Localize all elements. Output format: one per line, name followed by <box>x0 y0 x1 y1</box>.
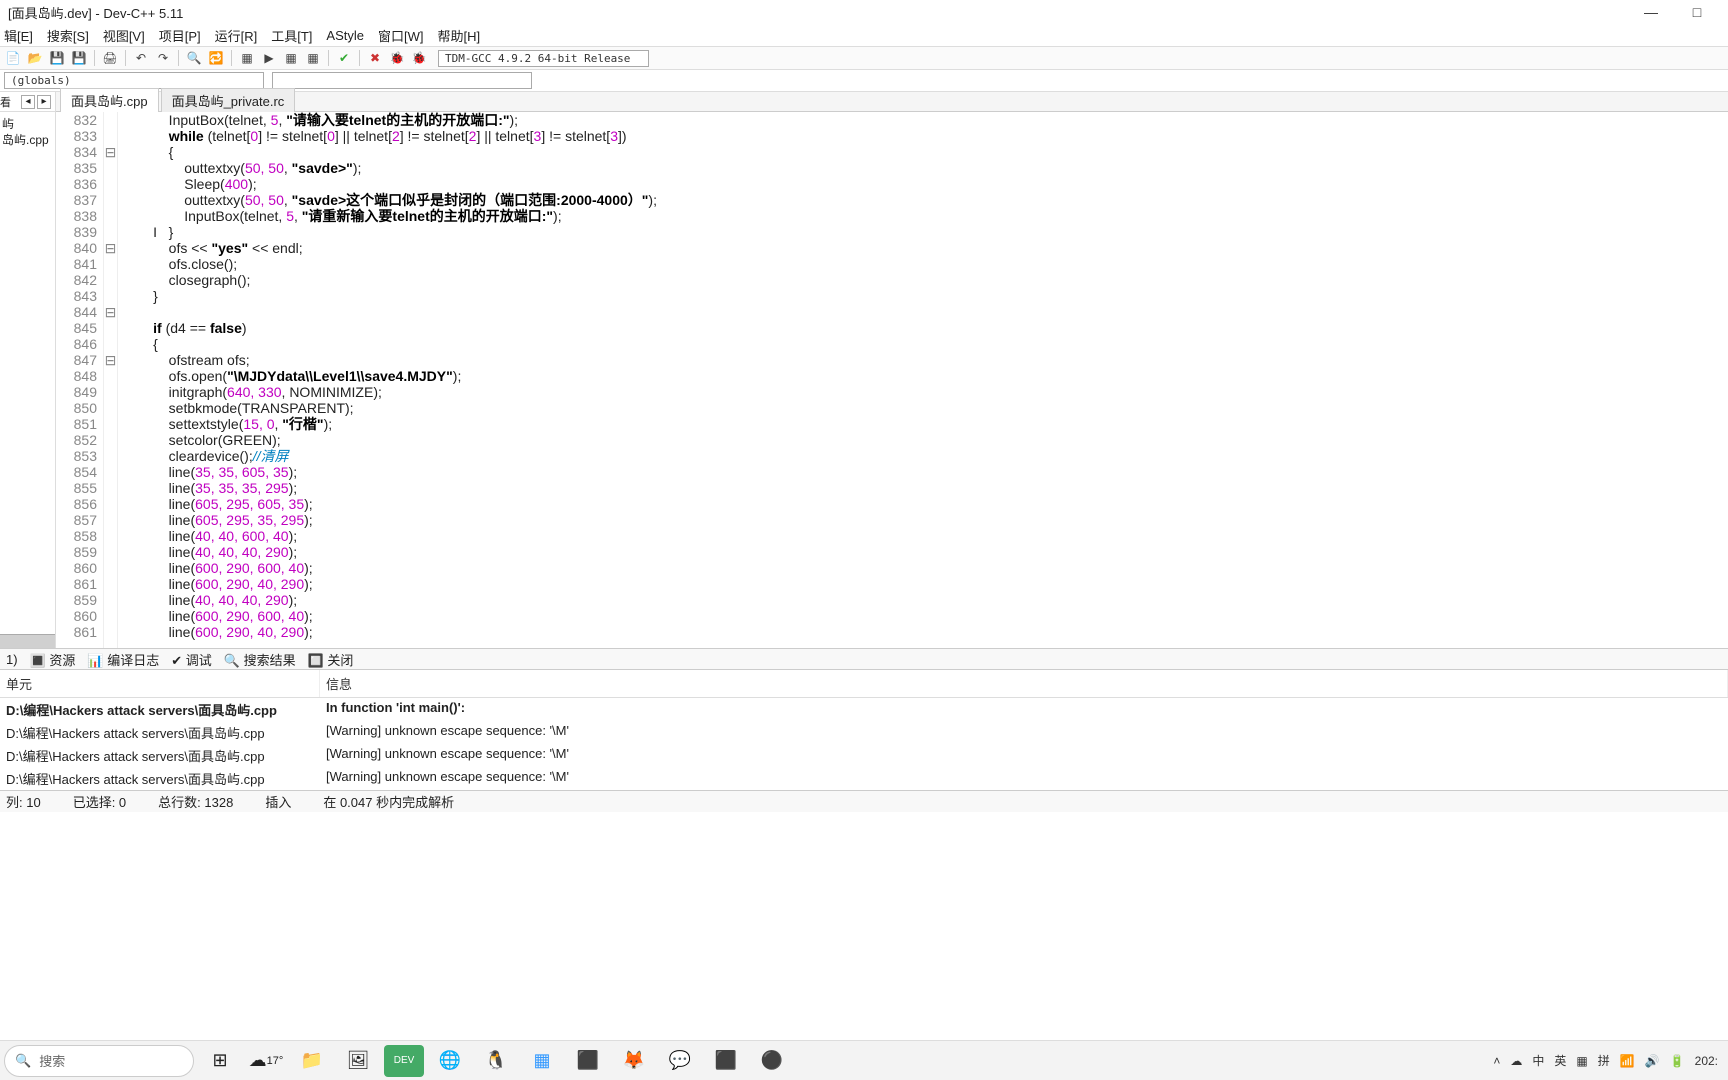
maximize-button[interactable]: □ <box>1674 4 1720 20</box>
open-icon[interactable]: 📂 <box>26 49 44 67</box>
message-row[interactable]: D:\编程\Hackers attack servers\面具岛屿.cpp[Wa… <box>0 744 1728 767</box>
globals-select[interactable]: (globals) <box>4 72 264 89</box>
status-parse: 在 0.047 秒内完成解析 <box>323 792 454 811</box>
menu-run[interactable]: 运行[R] <box>215 26 258 45</box>
code-body[interactable]: InputBox(telnet, 5, "请输入要telnet的主机的开放端口:… <box>118 112 1728 648</box>
tab-compiler-count[interactable]: 1) <box>6 652 18 667</box>
menu-help[interactable]: 帮助[H] <box>438 26 481 45</box>
compiler-messages: 单元 信息 D:\编程\Hackers attack servers\面具岛屿.… <box>0 670 1728 790</box>
tray-onedrive-icon[interactable]: ☁ <box>1510 1054 1522 1068</box>
compile-run-icon[interactable]: ▦ <box>282 49 300 67</box>
message-row[interactable]: D:\编程\Hackers attack servers\面具岛屿.cppIn … <box>0 698 1728 721</box>
tab-close[interactable]: 🔲 关闭 <box>308 650 354 669</box>
saveall-icon[interactable]: 💾 <box>70 49 88 67</box>
tray-clock[interactable]: 202: <box>1695 1054 1718 1068</box>
redo-icon[interactable]: ↷ <box>154 49 172 67</box>
code-editor[interactable]: 8328338348358368378388398408418428438448… <box>56 112 1728 648</box>
system-tray: ˄ ☁ 中 英 ▦ 拼 📶 🔊 🔋 202: <box>1493 1052 1724 1069</box>
tray-ime-pin[interactable]: 拼 <box>1598 1052 1610 1069</box>
qq-icon[interactable]: 🐧 <box>476 1045 516 1077</box>
firefox-icon[interactable]: 🦊 <box>614 1045 654 1077</box>
tray-ime-en[interactable]: 英 <box>1554 1052 1566 1069</box>
tab-compile-log[interactable]: 📊 编译日志 <box>87 650 159 669</box>
rebuild-icon[interactable]: ▦ <box>304 49 322 67</box>
new-icon[interactable]: 📄 <box>4 49 22 67</box>
tab-find-results[interactable]: 🔍 搜索结果 <box>224 650 296 669</box>
message-row[interactable]: D:\编程\Hackers attack servers\面具岛屿.cpp[Wa… <box>0 767 1728 790</box>
tray-volume-icon[interactable]: 🔊 <box>1645 1054 1660 1068</box>
app-icon[interactable]: ⬛ <box>568 1045 608 1077</box>
weather-widget[interactable]: ☁17° <box>246 1045 286 1077</box>
status-mode: 插入 <box>265 792 291 811</box>
status-total: 总行数: 1328 <box>158 792 233 811</box>
sidebar-item[interactable]: 屿 <box>2 116 53 132</box>
windows-taskbar: 🔍 搜索 ⊞ ☁17° 📁 🖼 DEV 🌐 🐧 ▦ ⬛ 🦊 💬 ⬛ ⚫ ˄ ☁ … <box>0 1040 1728 1080</box>
tray-app-icon[interactable]: ▦ <box>1576 1054 1587 1068</box>
editor-tabs: 面具岛屿.cpp 面具岛屿_private.rc <box>56 92 1728 112</box>
sidebar-lookat: 看 <box>0 94 11 110</box>
tab-file-2[interactable]: 面具岛屿_private.rc <box>161 88 296 112</box>
edge-icon[interactable]: 🌐 <box>430 1045 470 1077</box>
output-tabs: 1) 🔳 资源 📊 编译日志 ✔ 调试 🔍 搜索结果 🔲 关闭 <box>0 648 1728 670</box>
window-title: [面具岛屿.dev] - Dev-C++ 5.11 <box>8 3 183 22</box>
status-col: 列: 10 <box>6 792 41 811</box>
replace-icon[interactable]: 🔁 <box>207 49 225 67</box>
compiler-select[interactable]: TDM-GCC 4.9.2 64-bit Release <box>438 50 649 67</box>
toolbar: 📄 📂 💾 💾 🖨 ↶ ↷ 🔍 🔁 ▦ ▶ ▦ ▦ ✔ ✖ 🐞 🐞 TDM-GC… <box>0 46 1728 70</box>
tab-debug[interactable]: ✔ 调试 <box>171 650 212 669</box>
find-icon[interactable]: 🔍 <box>185 49 203 67</box>
menu-window[interactable]: 窗口[W] <box>378 26 424 45</box>
explorer-icon[interactable]: 📁 <box>292 1045 332 1077</box>
menu-tools[interactable]: 工具[T] <box>271 26 312 45</box>
tray-chevron-icon[interactable]: ˄ <box>1493 1054 1500 1068</box>
obs-icon[interactable]: ⚫ <box>752 1045 792 1077</box>
photos-icon[interactable]: 🖼 <box>338 1045 378 1077</box>
tray-ime-zh[interactable]: 中 <box>1532 1052 1544 1069</box>
fold-gutter[interactable]: ⊟⊟⊟⊟ <box>104 112 118 648</box>
devcpp-icon[interactable]: DEV <box>384 1045 424 1077</box>
profile-icon[interactable]: 🐞 <box>410 49 428 67</box>
col-unit[interactable]: 单元 <box>0 670 320 697</box>
taskview-icon[interactable]: ⊞ <box>200 1045 240 1077</box>
status-bar: 列: 10 已选择: 0 总行数: 1328 插入 在 0.047 秒内完成解析 <box>0 790 1728 812</box>
run-icon[interactable]: ▶ <box>260 49 278 67</box>
sidebar-scrollbar[interactable] <box>0 634 55 648</box>
meeting-icon[interactable]: ▦ <box>522 1045 562 1077</box>
line-gutter: 8328338348358368378388398408418428438448… <box>56 112 104 648</box>
tab-file-1[interactable]: 面具岛屿.cpp <box>60 88 159 112</box>
menu-bar: 辑[E] 搜索[S] 视图[V] 项目[P] 运行[R] 工具[T] AStyl… <box>0 24 1728 46</box>
menu-file[interactable]: 辑[E] <box>4 26 33 45</box>
terminal-icon[interactable]: ⬛ <box>706 1045 746 1077</box>
tab-resources[interactable]: 🔳 资源 <box>30 650 76 669</box>
debug-icon[interactable]: 🐞 <box>388 49 406 67</box>
tray-wifi-icon[interactable]: 📶 <box>1620 1054 1635 1068</box>
message-row[interactable]: D:\编程\Hackers attack servers\面具岛屿.cpp[Wa… <box>0 721 1728 744</box>
taskbar-search[interactable]: 🔍 搜索 <box>4 1045 194 1077</box>
print-icon[interactable]: 🖨 <box>101 49 119 67</box>
minimize-button[interactable]: — <box>1628 4 1674 20</box>
project-sidebar: 看 ◂ ▸ 屿 岛屿.cpp <box>0 92 56 648</box>
compile-icon[interactable]: ▦ <box>238 49 256 67</box>
menu-project[interactable]: 项目[P] <box>159 26 201 45</box>
menu-view[interactable]: 视图[V] <box>103 26 145 45</box>
sidebar-prev-icon[interactable]: ◂ <box>21 95 35 109</box>
wechat-icon[interactable]: 💬 <box>660 1045 700 1077</box>
status-selected: 已选择: 0 <box>73 792 126 811</box>
tray-battery-icon[interactable]: 🔋 <box>1670 1054 1685 1068</box>
member-select[interactable] <box>272 72 532 89</box>
sidebar-item[interactable]: 岛屿.cpp <box>2 132 53 148</box>
undo-icon[interactable]: ↶ <box>132 49 150 67</box>
search-placeholder: 搜索 <box>39 1051 65 1070</box>
title-bar: [面具岛屿.dev] - Dev-C++ 5.11 — □ <box>0 0 1728 24</box>
stop-icon[interactable]: ✖ <box>366 49 384 67</box>
menu-search[interactable]: 搜索[S] <box>47 26 89 45</box>
search-icon: 🔍 <box>15 1053 31 1069</box>
check-icon[interactable]: ✔ <box>335 49 353 67</box>
menu-astyle[interactable]: AStyle <box>326 28 364 43</box>
col-info[interactable]: 信息 <box>320 670 1728 697</box>
save-icon[interactable]: 💾 <box>48 49 66 67</box>
sidebar-next-icon[interactable]: ▸ <box>37 95 51 109</box>
